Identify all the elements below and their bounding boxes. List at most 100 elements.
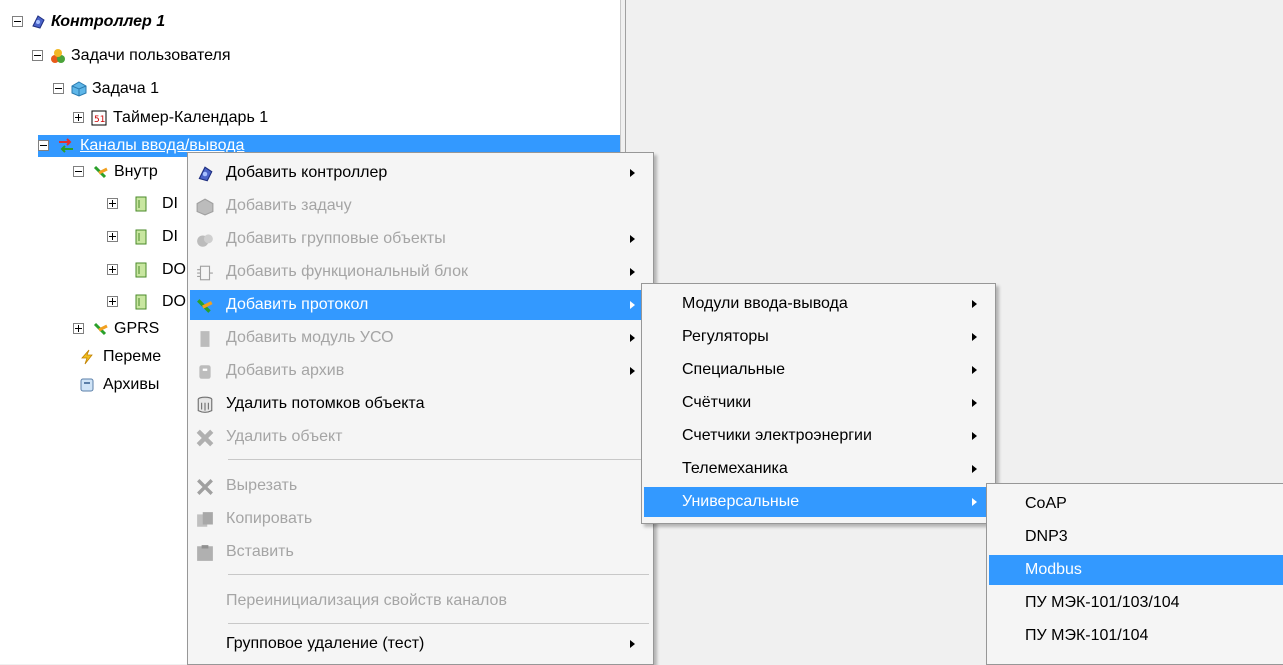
submenu-item-iec-101-104[interactable]: ПУ МЭК-101/104 (989, 621, 1283, 651)
submenu-arrow-icon (972, 333, 977, 341)
menu-item-label: Универсальные (682, 493, 800, 510)
tree-item-label: DI (162, 228, 178, 245)
delete-x-icon (196, 429, 214, 447)
submenu-item-modbus[interactable]: Modbus (989, 555, 1283, 585)
menu-item-add-task[interactable]: Добавить задачу (190, 191, 651, 221)
menu-item-add-controller[interactable]: Добавить контроллер (190, 158, 651, 188)
submenu-item-universal[interactable]: Универсальные (644, 487, 993, 517)
tree-item-controller[interactable]: Контроллер 1 (0, 11, 620, 33)
menu-item-label: Специальные (682, 361, 786, 378)
submenu-arrow-icon (972, 432, 977, 440)
submenu-item-io-modules[interactable]: Модули ввода-вывода (644, 289, 993, 319)
expand-icon[interactable] (107, 198, 118, 209)
protocol-plug-icon (197, 299, 213, 313)
tree-item-user-tasks[interactable]: Задачи пользователя (0, 45, 620, 67)
submenu-arrow-icon (972, 399, 977, 407)
submenu-item-special[interactable]: Специальные (644, 355, 993, 385)
tree-item-label: DO (162, 261, 186, 278)
submenu-arrow-icon (630, 268, 635, 276)
menu-item-label: Модули ввода-вывода (682, 295, 848, 312)
menu-separator (228, 574, 649, 575)
menu-item-label: Добавить архив (226, 362, 345, 379)
trash-icon (197, 396, 213, 413)
tree-item-label: Архивы (103, 376, 160, 393)
submenu-arrow-icon (972, 366, 977, 374)
tree-item-label: DI (162, 195, 178, 212)
menu-item-delete-object[interactable]: Удалить объект (190, 422, 651, 452)
menu-item-label: Переинициализация свойств каналов (226, 592, 507, 609)
menu-item-group-delete-test[interactable]: Групповое удаление (тест) (190, 629, 651, 659)
menu-item-add-function-block[interactable]: Добавить функциональный блок (190, 257, 651, 287)
io-module-icon (135, 229, 147, 245)
submenu-arrow-icon (972, 300, 977, 308)
tree-item-timer-calendar[interactable]: 51 Таймер-Календарь 1 (0, 107, 620, 129)
tree-item-label: Таймер-Календарь 1 (113, 109, 269, 126)
submenu-arrow-icon (630, 367, 635, 375)
menu-item-add-archive[interactable]: Добавить архив (190, 356, 651, 386)
collapse-icon[interactable] (32, 50, 43, 61)
menu-item-cut[interactable]: Вырезать (190, 471, 651, 501)
menu-item-copy[interactable]: Копировать (190, 504, 651, 534)
tree-item-label: DO (162, 293, 186, 310)
collapse-icon[interactable] (73, 166, 84, 177)
io-channels-icon (59, 138, 73, 153)
io-module-icon (135, 262, 147, 278)
group-objects-icon (197, 234, 213, 247)
expand-icon[interactable] (107, 264, 118, 275)
menu-separator (228, 623, 649, 624)
menu-item-delete-children[interactable]: Удалить потомков объекта (190, 389, 651, 419)
menu-item-label: Добавить протокол (226, 296, 369, 313)
collapse-icon[interactable] (53, 83, 64, 94)
submenu-arrow-icon (972, 465, 977, 473)
menu-item-label: Удалить объект (226, 428, 343, 445)
tree-item-task-1[interactable]: Задача 1 (0, 78, 620, 100)
menu-item-add-uso-module[interactable]: Добавить модуль УСО (190, 323, 651, 353)
paste-icon (197, 545, 213, 561)
controller-icon (198, 166, 213, 182)
universal-submenu: CoAP DNP3 Modbus ПУ МЭК-101/103/104 ПУ М… (986, 483, 1283, 665)
task-cube-icon (196, 198, 214, 216)
expand-icon[interactable] (73, 112, 84, 123)
task-cube-icon (71, 81, 87, 97)
menu-item-label: Удалить потомков объекта (226, 395, 425, 412)
menu-item-label: Добавить модуль УСО (226, 329, 394, 346)
expand-icon[interactable] (73, 323, 84, 334)
context-menu: Добавить контроллер Добавить задачу Доба… (187, 152, 654, 665)
menu-item-label: ПУ МЭК-101/103/104 (1025, 594, 1180, 611)
menu-item-add-protocol[interactable]: Добавить протокол (190, 290, 651, 320)
submenu-item-regulators[interactable]: Регуляторы (644, 322, 993, 352)
menu-item-label: Счетчики электроэнергии (682, 427, 872, 444)
menu-item-label: Modbus (1025, 561, 1082, 578)
user-tasks-icon (51, 49, 65, 63)
submenu-item-iec-101-103-104[interactable]: ПУ МЭК-101/103/104 (989, 588, 1283, 618)
tree-item-label: Контроллер 1 (51, 13, 166, 30)
tree-item-label: Внутр (114, 163, 158, 180)
menu-item-paste[interactable]: Вставить (190, 537, 651, 567)
collapse-icon[interactable] (38, 140, 49, 151)
menu-item-reinit-channels[interactable]: Переинициализация свойств каналов (190, 586, 651, 616)
submenu-item-coap[interactable]: CoAP (989, 489, 1283, 519)
io-module-icon (135, 196, 147, 212)
collapse-icon[interactable] (12, 16, 23, 27)
submenu-item-meters[interactable]: Счётчики (644, 388, 993, 418)
submenu-arrow-icon (630, 169, 635, 177)
menu-item-label: Групповое удаление (тест) (226, 635, 425, 652)
menu-item-add-group-objects[interactable]: Добавить групповые объекты (190, 224, 651, 254)
submenu-arrow-icon (630, 640, 635, 648)
scissors-icon (197, 479, 213, 495)
menu-item-label: Телемеханика (682, 460, 788, 477)
menu-item-label: Копировать (226, 510, 313, 527)
tree-item-label: GPRS (114, 320, 160, 337)
expand-icon[interactable] (107, 231, 118, 242)
menu-item-label: DNP3 (1025, 528, 1068, 545)
menu-item-label: Счётчики (682, 394, 752, 411)
function-block-icon (197, 265, 213, 281)
expand-icon[interactable] (107, 296, 118, 307)
submenu-arrow-icon (630, 334, 635, 342)
submenu-arrow-icon (972, 498, 977, 506)
menu-item-label: Добавить контроллер (226, 164, 388, 181)
copy-icon (197, 512, 213, 527)
submenu-item-dnp3[interactable]: DNP3 (989, 522, 1283, 552)
submenu-item-telemechanics[interactable]: Телемеханика (644, 454, 993, 484)
submenu-item-energy-meters[interactable]: Счетчики электроэнергии (644, 421, 993, 451)
